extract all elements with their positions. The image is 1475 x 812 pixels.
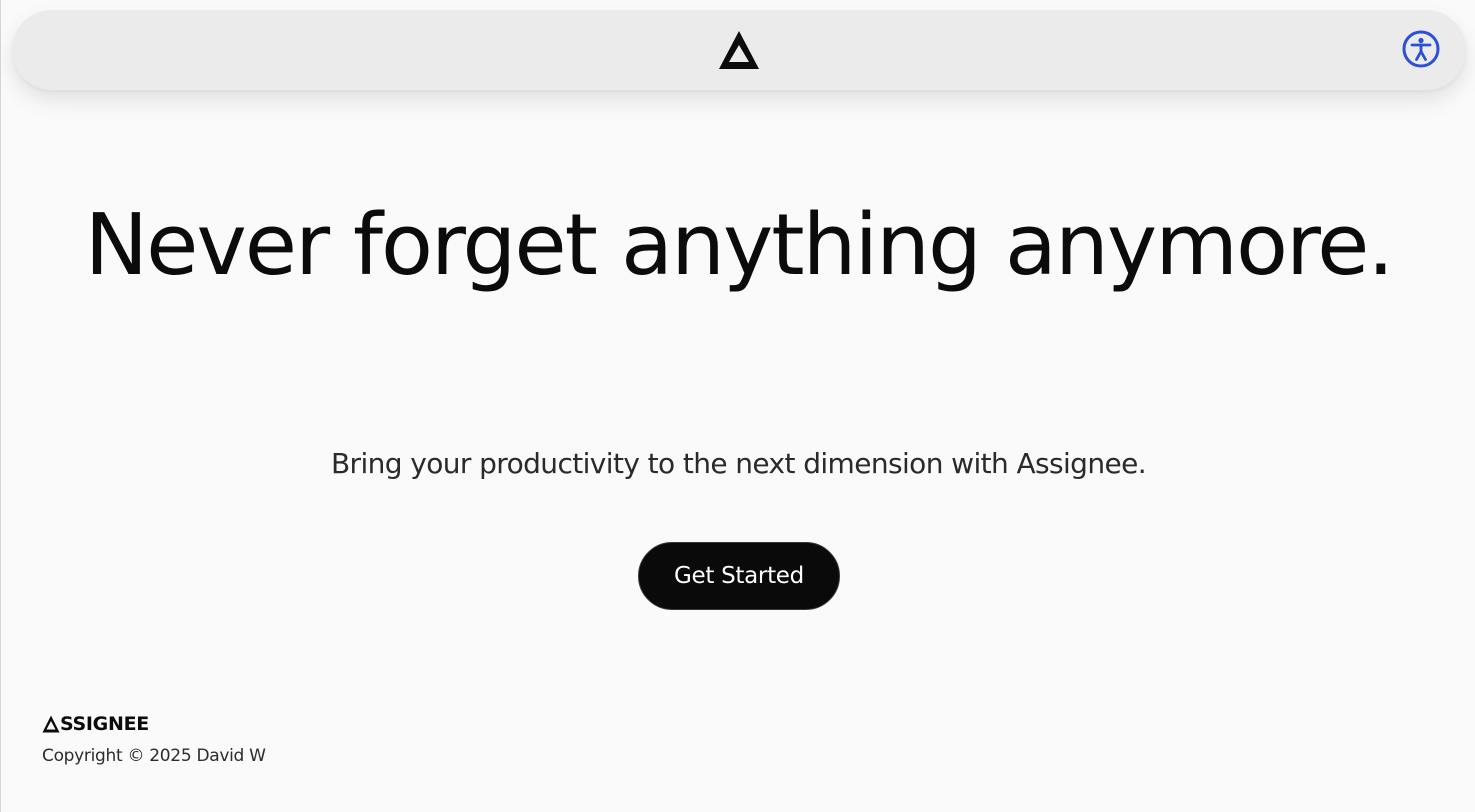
hero-title: Never forget anything anymore. (84, 196, 1395, 295)
hero-subtitle: Bring your productivity to the next dime… (330, 447, 1147, 480)
get-started-button[interactable]: Get Started (638, 542, 840, 610)
navbar (12, 10, 1466, 90)
accessibility-button[interactable] (1401, 29, 1441, 69)
accessibility-person-icon (1402, 30, 1440, 68)
footer-brand-text: SSIGNEE (60, 713, 149, 735)
copyright-text: Copyright © 2025 David W (42, 746, 266, 766)
delta-triangle-logo-icon (42, 715, 60, 733)
footer-brand-logo[interactable]: SSIGNEE (42, 712, 149, 736)
delta-triangle-logo-icon[interactable] (718, 30, 760, 70)
page: Never forget anything anymore. Bring you… (0, 0, 1475, 812)
